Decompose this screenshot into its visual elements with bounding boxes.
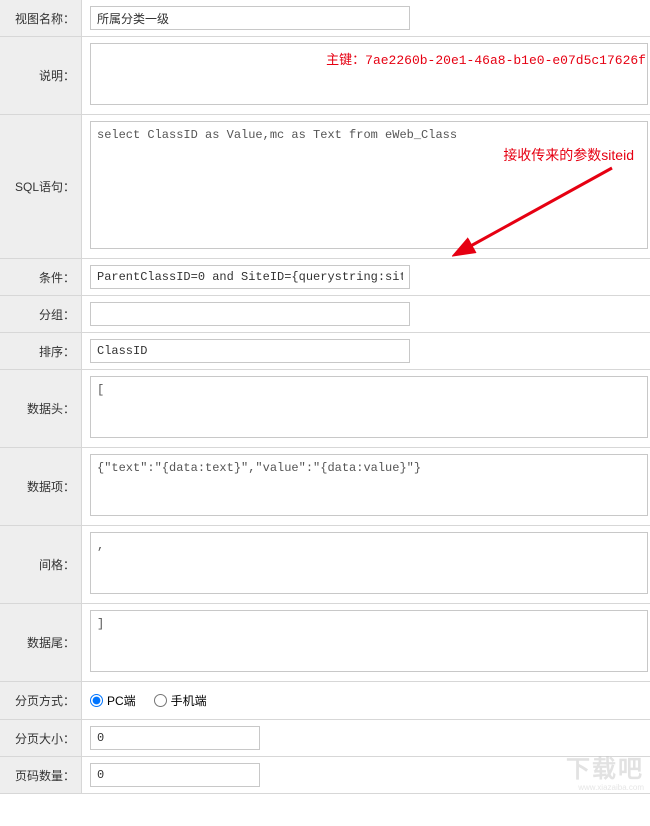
row-page-size: 分页大小： (0, 720, 650, 757)
label-page-count: 页码数量： (0, 757, 82, 793)
label-data-head: 数据头： (0, 370, 82, 447)
row-page-count: 页码数量： (0, 757, 650, 794)
label-group: 分组： (0, 296, 82, 332)
page-size-input[interactable] (90, 726, 260, 750)
data-head-input[interactable] (90, 376, 648, 438)
separator-input[interactable] (90, 532, 648, 594)
form-container: 视图名称： 说明： 主键：7ae2260b-20e1-46a8-b1e0-e07… (0, 0, 650, 794)
label-data-item: 数据项： (0, 448, 82, 525)
row-data-head: 数据头： (0, 370, 650, 448)
description-input[interactable] (90, 43, 648, 105)
group-input[interactable] (90, 302, 410, 326)
label-separator: 间格： (0, 526, 82, 603)
order-input[interactable] (90, 339, 410, 363)
data-item-input[interactable] (90, 454, 648, 516)
label-description: 说明： (0, 37, 82, 114)
row-data-item: 数据项： (0, 448, 650, 526)
radio-mobile-input[interactable] (154, 694, 167, 707)
row-data-tail: 数据尾： (0, 604, 650, 682)
row-group: 分组： (0, 296, 650, 333)
row-sql: SQL语句： 接收传来的参数siteid (0, 115, 650, 259)
label-data-tail: 数据尾： (0, 604, 82, 681)
radio-pc-label: PC端 (107, 692, 136, 709)
page-count-input[interactable] (90, 763, 260, 787)
label-sql: SQL语句： (0, 115, 82, 258)
label-condition: 条件： (0, 259, 82, 295)
radio-mobile[interactable]: 手机端 (154, 692, 207, 709)
row-description: 说明： 主键：7ae2260b-20e1-46a8-b1e0-e07d5c176… (0, 37, 650, 115)
radio-pc[interactable]: PC端 (90, 692, 136, 709)
radio-mobile-label: 手机端 (171, 692, 207, 709)
label-view-name: 视图名称： (0, 0, 82, 36)
row-condition: 条件： (0, 259, 650, 296)
data-tail-input[interactable] (90, 610, 648, 672)
row-paging-mode: 分页方式： PC端 手机端 (0, 682, 650, 720)
row-separator: 间格： (0, 526, 650, 604)
row-order: 排序： (0, 333, 650, 370)
paging-radio-group: PC端 手机端 (90, 688, 642, 713)
label-order: 排序： (0, 333, 82, 369)
sql-input[interactable] (90, 121, 648, 249)
condition-input[interactable] (90, 265, 410, 289)
view-name-input[interactable] (90, 6, 410, 30)
label-page-size: 分页大小： (0, 720, 82, 756)
row-view-name: 视图名称： (0, 0, 650, 37)
label-paging-mode: 分页方式： (0, 682, 82, 719)
radio-pc-input[interactable] (90, 694, 103, 707)
